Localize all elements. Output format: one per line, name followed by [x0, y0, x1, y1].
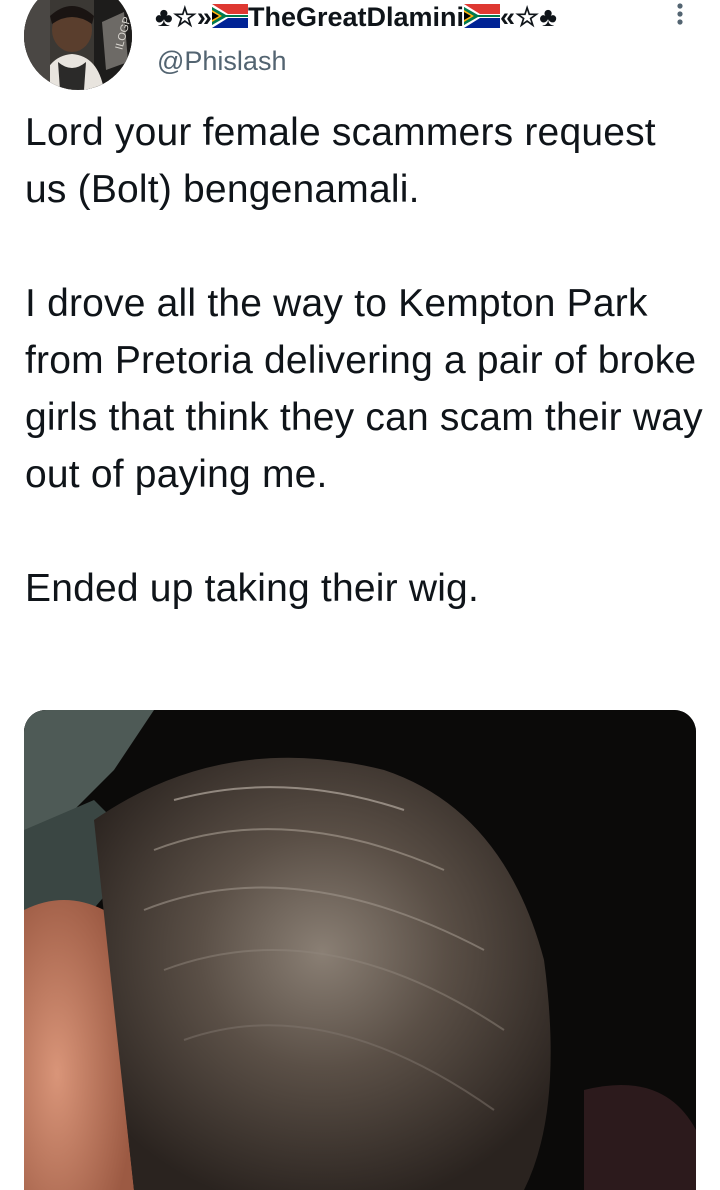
profile-photo: ILOGP — [24, 0, 132, 90]
tweet-paragraph: I drove all the way to Kempton Park from… — [25, 282, 703, 496]
tweet-media-image[interactable] — [24, 710, 696, 1190]
south-africa-flag-icon — [464, 3, 501, 37]
tweet-paragraph: Ended up taking their wig. — [25, 567, 479, 610]
photo-of-wig — [24, 710, 696, 1190]
name-suffix: «☆♣ — [500, 2, 557, 32]
avatar[interactable]: ILOGP — [24, 0, 132, 90]
tweet-text: Lord your female scammers request us (Bo… — [25, 104, 705, 617]
author-display-name[interactable]: ♣☆» TheGreatDlamini «☆♣ — [155, 0, 557, 37]
name-core: TheGreatDlamini — [247, 2, 465, 32]
author-handle[interactable]: @Phislash — [157, 44, 286, 78]
tweet-paragraph: Lord your female scammers request us (Bo… — [25, 111, 656, 211]
south-africa-flag-icon — [211, 3, 248, 37]
more-vertical-icon[interactable] — [668, 0, 692, 34]
name-prefix: ♣☆» — [155, 2, 212, 32]
